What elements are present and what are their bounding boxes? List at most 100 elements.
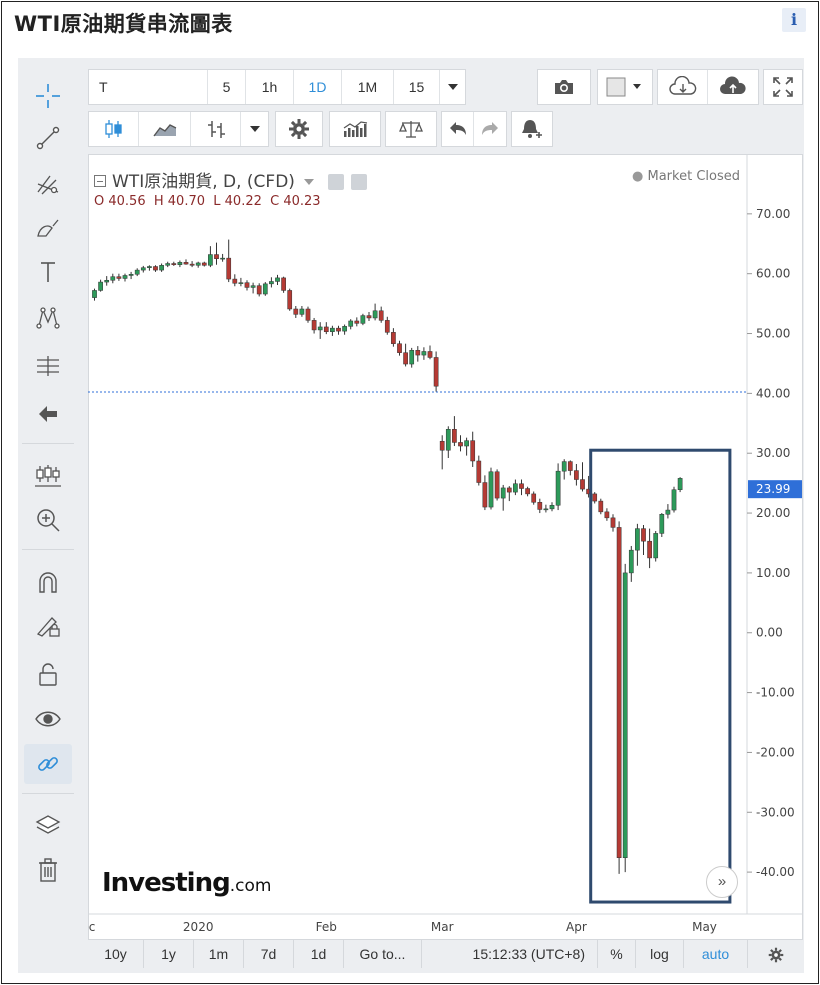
indicators-button[interactable] [329, 111, 381, 147]
legend-symbol-title[interactable]: WTI原油期貨, D, (CFD) [112, 172, 295, 192]
candle [470, 431, 476, 467]
crosshair-icon[interactable] [24, 76, 72, 116]
candle-body-down [244, 282, 250, 288]
range-7d[interactable]: 7d [244, 940, 294, 968]
candle-body-down [470, 440, 476, 462]
candle [250, 282, 256, 294]
percent-scale-toggle[interactable]: % [598, 940, 636, 968]
candle [519, 479, 524, 496]
price-axis: 70.00 60.00 50.00 40.00 30.00 20.00 10.00 0.00 -… [747, 207, 795, 879]
alert-button[interactable] [511, 111, 553, 147]
brush-icon[interactable] [24, 208, 72, 248]
range-1m[interactable]: 1m [194, 940, 244, 968]
chart-style-dropdown[interactable] [241, 112, 269, 146]
back-arrow-icon[interactable] [24, 394, 72, 434]
candle-body-down [116, 276, 122, 279]
candle [269, 277, 274, 288]
magnet-icon[interactable] [24, 562, 72, 602]
bottom-gear-icon[interactable] [748, 940, 803, 968]
interval-1h[interactable]: 1h [246, 70, 294, 104]
candle-body-up [409, 350, 415, 365]
eye-icon[interactable] [24, 699, 72, 739]
candle-body-up [165, 263, 171, 266]
candle-body-up [110, 276, 116, 281]
symbol-input[interactable]: T [89, 70, 208, 104]
candle-body-up [445, 429, 451, 451]
auto-scale-toggle[interactable]: auto [684, 940, 748, 968]
candle [281, 276, 286, 293]
link-icon[interactable] [24, 744, 72, 784]
candlestick-chart[interactable]: 70.00 60.00 50.00 40.00 30.00 20.00 10.00 0.00 -… [88, 154, 803, 940]
clock-timezone[interactable]: 15:12:33 (UTC+8) [422, 940, 598, 968]
undo-icon[interactable] [442, 112, 474, 146]
candle [531, 491, 537, 505]
candle-body-up [549, 505, 555, 510]
log-scale-toggle[interactable]: log [636, 940, 684, 968]
candle [98, 279, 103, 292]
candle [122, 273, 128, 282]
candle-body-up [561, 461, 567, 472]
candle-body-down [452, 429, 457, 443]
left-toolbar [18, 66, 80, 906]
candle [482, 475, 488, 511]
layers-icon[interactable] [24, 804, 72, 844]
snapshot-button[interactable] [537, 69, 591, 105]
text-tool-icon[interactable] [24, 252, 72, 292]
chevron-down-icon[interactable] [304, 179, 315, 185]
candle-body-up [555, 470, 561, 506]
legend-settings-icon[interactable] [351, 174, 368, 190]
legend-eye-icon[interactable] [327, 174, 344, 190]
candle [445, 426, 451, 458]
cloud-upload-icon[interactable] [708, 70, 758, 104]
info-button[interactable]: i [782, 8, 806, 32]
range-10y[interactable]: 10y [88, 940, 144, 968]
color-swatch-icon [598, 70, 652, 104]
range-1y[interactable]: 1y [144, 940, 194, 968]
zoom-in-icon[interactable] [24, 500, 72, 540]
chevron-down-icon [250, 126, 260, 132]
y-tick-label: -20.00 [756, 745, 795, 759]
lock-drawing-icon[interactable] [24, 606, 72, 646]
candle-body-down [183, 262, 189, 265]
trash-icon[interactable] [24, 850, 72, 890]
candles-zoom-icon[interactable] [24, 456, 72, 496]
unlock-icon[interactable] [24, 654, 72, 694]
pattern-icon[interactable] [24, 298, 72, 338]
bars-style-icon[interactable] [191, 112, 241, 146]
cloud-download-icon[interactable] [658, 70, 708, 104]
interval-dropdown[interactable] [440, 70, 466, 104]
candle-body-up [421, 351, 427, 356]
interval-15[interactable]: 15 [394, 70, 440, 104]
candle-body-down [592, 493, 598, 502]
interval-1d[interactable]: 1D [294, 70, 342, 104]
candle-body-down [305, 308, 311, 321]
range-1d[interactable]: 1d [294, 940, 344, 968]
scales-icon [386, 112, 436, 146]
fib-tools-icon[interactable] [24, 164, 72, 204]
candle [342, 324, 347, 335]
color-picker-button[interactable] [597, 69, 653, 105]
market-status-text: Market Closed [647, 169, 741, 184]
candle-body-up [122, 275, 128, 279]
x-tick-label: May [692, 920, 717, 934]
trend-line-icon[interactable] [24, 118, 72, 158]
settings-button[interactable] [275, 111, 323, 147]
candle [195, 261, 201, 268]
candle [592, 492, 598, 504]
redo-icon[interactable] [474, 112, 506, 146]
ohlc-values: O 40.56 H 40.70 L 40.22 C 40.23 [94, 194, 321, 209]
fullscreen-button[interactable] [763, 69, 803, 105]
candle-body-up [635, 528, 640, 551]
go-to-date[interactable]: Go to... [344, 940, 422, 968]
area-style-icon[interactable] [139, 112, 191, 146]
interval-5[interactable]: 5 [208, 70, 246, 104]
scroll-to-realtime-button[interactable]: » [706, 866, 738, 898]
collapse-icon[interactable] [94, 175, 106, 187]
interval-1m[interactable]: 1M [342, 70, 394, 104]
candles-style-icon[interactable] [89, 112, 139, 146]
candle-body-down [458, 442, 463, 447]
compare-button[interactable] [385, 111, 437, 147]
candle-body-down [214, 254, 219, 259]
measure-icon[interactable] [24, 346, 72, 386]
page-title: WTI原油期貨串流圖表 [14, 12, 233, 36]
